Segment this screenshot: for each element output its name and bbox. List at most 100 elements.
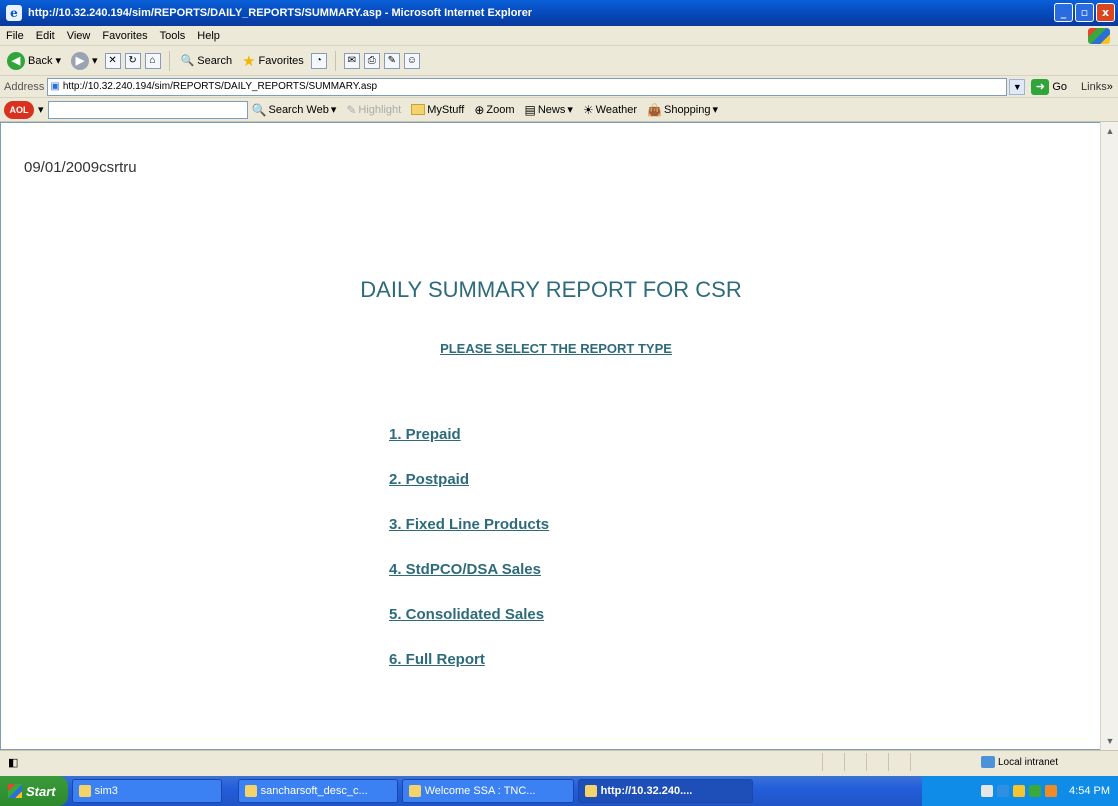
highlight-label: Highlight: [358, 103, 402, 116]
chevron-down-icon: ▾: [712, 104, 719, 116]
close-button[interactable]: x: [1096, 3, 1115, 22]
maximize-button[interactable]: ▫: [1075, 3, 1094, 22]
task-label: Welcome SSA : TNC...: [424, 785, 536, 797]
weather-label: Weather: [595, 103, 638, 116]
prepaid-link[interactable]: 1. Prepaid: [389, 425, 549, 445]
menu-edit[interactable]: Edit: [36, 30, 55, 42]
mystuff-button[interactable]: MyStuff: [411, 104, 464, 116]
windows-flag-icon: [8, 784, 22, 798]
search-toolbar: AOL ▾ 🔍 Search Web ▾ ✎ Highlight MyStuff…: [0, 98, 1118, 122]
start-button[interactable]: Start: [0, 776, 68, 806]
menu-view[interactable]: View: [67, 30, 91, 42]
taskbar-item-current-page[interactable]: http://10.32.240....: [577, 779, 753, 803]
messenger-icon[interactable]: ☺: [403, 52, 420, 69]
page-content: 09/01/2009csrtru DAILY SUMMARY REPORT FO…: [0, 122, 1100, 750]
page-title: DAILY SUMMARY REPORT FOR CSR: [360, 277, 742, 302]
news-icon: ▤: [524, 102, 536, 117]
address-label: Address: [4, 80, 45, 93]
status-pane: [844, 753, 866, 771]
highlighter-icon: ✎: [346, 102, 357, 117]
go-button[interactable]: ➜ Go: [1031, 78, 1068, 95]
news-label: News: [537, 103, 566, 116]
tray-volume-icon[interactable]: [1045, 785, 1058, 797]
taskbar-item-sancharsoft[interactable]: sancharsoft_desc_c...: [237, 779, 398, 803]
go-label: Go: [1052, 80, 1068, 93]
status-pane: [866, 753, 888, 771]
print-icon[interactable]: ⎙: [363, 52, 380, 69]
menu-help[interactable]: Help: [197, 30, 220, 42]
menu-tools[interactable]: Tools: [160, 30, 186, 42]
search-icon: 🔍: [180, 55, 195, 67]
search-input[interactable]: [47, 100, 248, 119]
window-title: http://10.32.240.194/sim/REPORTS/DAILY_R…: [28, 7, 533, 19]
window-controls: _ ▫ x: [1054, 3, 1115, 22]
news-button[interactable]: ▤ News ▾: [525, 103, 573, 117]
taskbar-item-welcome-ssa[interactable]: Welcome SSA : TNC...: [401, 779, 574, 803]
chevron-down-icon[interactable]: ▾: [38, 103, 44, 116]
tray-app-icon[interactable]: [981, 785, 994, 797]
clock: 4:54 PM: [1069, 785, 1110, 797]
task-label: sim3: [94, 785, 118, 797]
zoom-icon: ⊕: [474, 102, 485, 117]
edit-icon[interactable]: ✎: [383, 52, 400, 69]
menu-favorites[interactable]: Favorites: [102, 30, 147, 42]
scroll-down-icon[interactable]: ▼: [1103, 734, 1117, 748]
address-bar: Address ▣ http://10.32.240.194/sim/REPOR…: [0, 76, 1118, 98]
postpaid-link[interactable]: 2. Postpaid: [389, 470, 549, 490]
history-icon[interactable]: ◔: [310, 52, 327, 69]
forward-button[interactable]: ▶ ▾: [68, 50, 101, 72]
favorites-button[interactable]: ★ Favorites: [239, 50, 307, 72]
back-button[interactable]: ◀ Back ▾: [4, 50, 64, 72]
address-input[interactable]: ▣ http://10.32.240.194/sim/REPORTS/DAILY…: [47, 77, 1008, 96]
mail-icon[interactable]: ✉: [343, 52, 360, 69]
links-button[interactable]: Links: [1081, 81, 1107, 93]
menu-file[interactable]: File: [6, 30, 24, 42]
star-icon: ★: [242, 52, 256, 70]
system-tray: 4:54 PM: [922, 776, 1118, 806]
address-dropdown-icon[interactable]: ▼: [1009, 78, 1026, 95]
zoom-button[interactable]: ⊕ Zoom: [474, 103, 514, 117]
task-label: sancharsoft_desc_c...: [260, 785, 368, 797]
standard-toolbar: ◀ Back ▾ ▶ ▾ ✕ ↻ ⌂ 🔍 Search ★ Favorites …: [0, 46, 1118, 76]
chevron-right-icon[interactable]: »: [1107, 81, 1113, 93]
task-label: http://10.32.240....: [600, 785, 693, 797]
search-label: Search: [197, 54, 233, 67]
full-report-link[interactable]: 6. Full Report: [389, 650, 549, 670]
go-arrow-icon: ➜: [1031, 78, 1050, 95]
weather-icon: ☀: [582, 102, 594, 117]
chevron-down-icon: ▾: [55, 55, 61, 67]
toolbar-separator: [334, 50, 336, 71]
internet-explorer-icon: [584, 785, 597, 797]
back-arrow-icon: ◀: [7, 51, 25, 70]
status-bar: ◧ Local intranet: [0, 750, 1118, 773]
scroll-up-icon[interactable]: ▲: [1103, 124, 1117, 138]
tray-security-icon[interactable]: [1029, 785, 1042, 797]
home-icon[interactable]: ⌂: [144, 52, 161, 69]
favorites-label: Favorites: [258, 54, 304, 67]
consolidated-sales-link[interactable]: 5. Consolidated Sales: [389, 605, 549, 625]
local-intranet-icon: [980, 756, 995, 768]
highlight-button[interactable]: ✎ Highlight: [346, 103, 401, 117]
search-web-button[interactable]: 🔍 Search Web ▾: [252, 103, 337, 117]
taskbar-item-sim3[interactable]: sim3: [71, 779, 222, 803]
refresh-icon[interactable]: ↻: [124, 52, 141, 69]
page-done-icon: ◧: [8, 756, 19, 769]
shopping-label: Shopping: [663, 103, 711, 116]
minimize-button[interactable]: _: [1054, 3, 1073, 22]
vertical-scrollbar[interactable]: ▲ ▼: [1100, 122, 1118, 750]
tray-network-icon[interactable]: [997, 785, 1010, 797]
taskbar: Start sim3 sancharsoft_desc_c... Welcome…: [0, 776, 1118, 806]
chevron-down-icon: ▾: [330, 104, 337, 116]
internet-explorer-icon: [408, 785, 421, 797]
fixed-line-products-link[interactable]: 3. Fixed Line Products: [389, 515, 549, 535]
search-button[interactable]: 🔍 Search: [178, 52, 236, 69]
aol-logo-icon[interactable]: AOL: [4, 100, 34, 119]
shopping-button[interactable]: 👜 Shopping ▾: [647, 103, 718, 117]
status-pane: [888, 753, 910, 771]
stop-icon[interactable]: ✕: [104, 52, 121, 69]
tray-messenger-icon[interactable]: [1013, 785, 1026, 797]
stdpco-dsa-sales-link[interactable]: 4. StdPCO/DSA Sales: [389, 560, 549, 580]
weather-button[interactable]: ☀ Weather: [583, 103, 637, 117]
report-options-list: 1. Prepaid 2. Postpaid 3. Fixed Line Pro…: [389, 425, 549, 695]
window-titlebar: e http://10.32.240.194/sim/REPORTS/DAILY…: [0, 0, 1118, 26]
